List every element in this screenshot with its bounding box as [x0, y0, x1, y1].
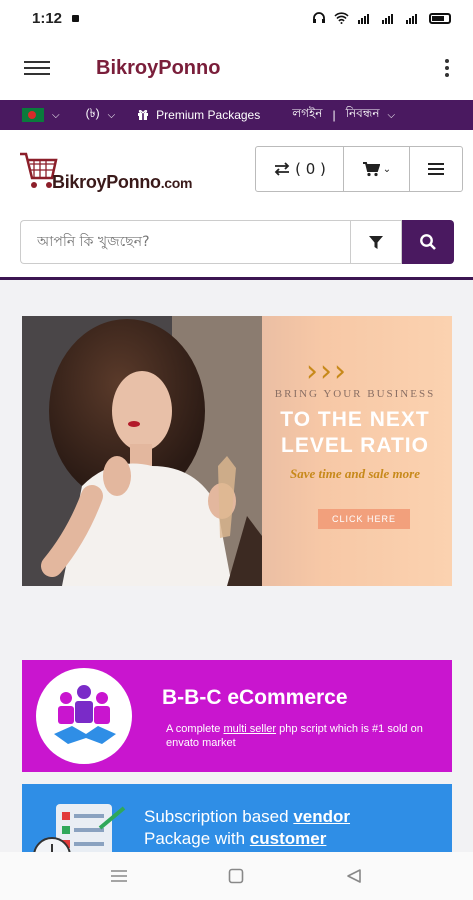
hero-text: ››› BRING YOUR BUSINESS TO THE NEXT LEVE… [260, 316, 450, 586]
model-photo [22, 316, 262, 586]
promo-subscription-card[interactable]: Subscription based vendor Package with c… [22, 784, 452, 852]
filter-icon [369, 235, 383, 249]
battery-icon [429, 12, 451, 24]
register-link[interactable]: নিবন্ধন ⌵ [346, 105, 396, 125]
app-title: BikroyPonno [96, 56, 221, 79]
checklist-clock-icon [33, 804, 126, 852]
signal-icon [406, 14, 417, 24]
separator: | [332, 108, 336, 122]
promo-bbc-card[interactable]: B-B-C eCommerce A complete multi seller … [22, 660, 452, 772]
recents-icon [110, 870, 127, 882]
status-icons [312, 12, 451, 24]
filter-button[interactable] [350, 220, 402, 264]
bbc-description: A complete multi seller php script which… [166, 722, 446, 750]
back-icon [347, 869, 361, 883]
subscription-line1-prefix: Subscription based [144, 807, 294, 826]
subscription-line2-prefix: Package with [144, 829, 250, 848]
status-time: 1:12 [32, 9, 63, 27]
signal-icon [358, 14, 369, 24]
header-actions: ( 0 ) ⌄ [255, 146, 463, 192]
subscription-line1: Subscription based vendor [144, 806, 350, 828]
wifi-icon [334, 12, 349, 24]
currency-label: (৳) [85, 106, 100, 120]
logo-text: BikroyPonno.com [52, 172, 193, 193]
headset-icon [313, 12, 325, 23]
register-label: নিবন্ধন [345, 106, 380, 120]
signal-icon [382, 14, 393, 24]
chevron-down-icon: ⌵ [107, 109, 116, 121]
hero-line2: TO THE NEXT [280, 408, 430, 431]
logo-main: BikroyPonno [52, 172, 161, 192]
compare-button[interactable]: ( 0 ) [256, 147, 344, 191]
cart-icon [362, 162, 380, 177]
notification-icon [72, 14, 80, 22]
status-bar: 1:12 [0, 0, 473, 36]
bbc-desc-link[interactable]: multi seller [223, 723, 276, 735]
premium-packages-link[interactable]: Premium Packages [137, 108, 260, 122]
gift-icon [138, 110, 149, 120]
bangladesh-flag-icon [22, 108, 44, 122]
login-link[interactable]: লগইন [292, 105, 322, 125]
chevron-down-icon: ⌵ [52, 109, 60, 121]
subscription-vendor-link[interactable]: vendor [293, 807, 350, 826]
bbc-desc-prefix: A complete [166, 723, 224, 735]
chevron-down-icon: ⌄ [382, 163, 392, 175]
currency-selector[interactable]: (৳) ⌵ [86, 105, 116, 125]
site-header: BikroyPonno.com ( 0 ) ⌄ [0, 130, 473, 210]
team-handshake-icon [54, 685, 116, 744]
language-selector[interactable]: ⌵ [0, 108, 60, 122]
chevrons-right-icon: ››› [306, 354, 348, 389]
premium-packages-label: Premium Packages [156, 108, 261, 122]
bbc-title: B-B-C eCommerce [162, 686, 348, 709]
search-icon [420, 234, 436, 250]
cart-button[interactable]: ⌄ [344, 147, 410, 191]
search-button[interactable] [402, 220, 454, 264]
chevron-down-icon: ⌵ [387, 109, 396, 121]
hero-line3: LEVEL RATIO [281, 434, 429, 457]
hamburger-icon [428, 163, 444, 175]
compare-count: ( 0 ) [295, 160, 326, 178]
subscription-text: Subscription based vendor Package with c… [144, 806, 350, 850]
recents-button[interactable] [99, 856, 139, 896]
search-input[interactable] [20, 220, 350, 264]
hero-tagline: Save time and sale more [290, 466, 420, 481]
home-button[interactable] [216, 856, 256, 896]
app-bar: BikroyPonno [0, 36, 473, 100]
hero-cta-button[interactable]: CLICK HERE [318, 509, 410, 529]
logo-suffix: .com [160, 175, 193, 191]
more-vert-icon[interactable] [445, 59, 449, 77]
hamburger-icon[interactable] [24, 57, 54, 79]
header-menu-button[interactable] [410, 147, 462, 191]
home-icon [229, 868, 244, 884]
hero-banner[interactable]: ››› BRING YOUR BUSINESS TO THE NEXT LEVE… [22, 316, 452, 586]
system-nav-bar [0, 852, 473, 900]
hero-line1: BRING YOUR BUSINESS [274, 388, 436, 400]
compare-arrows-icon [274, 162, 290, 176]
subscription-customer-link[interactable]: customer [250, 829, 327, 848]
search-bar [0, 210, 473, 280]
back-button[interactable] [334, 856, 374, 896]
bbc-emblem [36, 668, 132, 764]
subscription-line2: Package with customer [144, 828, 350, 850]
site-logo[interactable]: BikroyPonno.com [18, 146, 208, 202]
top-bar: ⌵ (৳) ⌵ Premium Packages লগইন | নিবন্ধন … [0, 100, 473, 130]
